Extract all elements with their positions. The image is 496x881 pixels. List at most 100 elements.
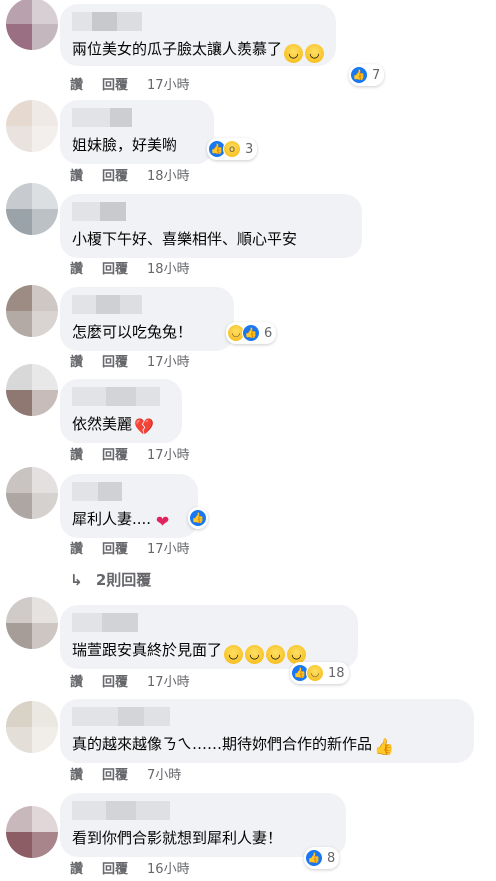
comment-actions: 讚 回覆 17小時 — [70, 674, 190, 692]
avatar[interactable] — [6, 701, 58, 753]
reaction-summary[interactable]: 👍 ◡ 18 — [290, 662, 349, 684]
reaction-count: 3 — [245, 141, 254, 157]
comment-text: 看到你們合影就想到犀利人妻！ — [72, 829, 283, 847]
comment-bubble: 小榎下午好、喜樂相伴、順心平安 — [60, 194, 362, 258]
red-heart-emoji: ❤ — [155, 512, 170, 531]
like-reaction-icon: 👍 — [189, 509, 207, 527]
thumbs-up-emoji: 👍 — [374, 737, 394, 756]
avatar[interactable] — [6, 467, 58, 519]
avatar[interactable] — [6, 183, 58, 235]
comment-timestamp[interactable]: 18小時 — [147, 168, 190, 186]
reaction-count: 7 — [372, 67, 381, 83]
comment-text: 真的越來越像ㄋㄟ……期待妳們合作的新作品 👍 — [72, 735, 394, 756]
avatar[interactable] — [6, 100, 58, 152]
author-name-blurred[interactable] — [72, 801, 334, 820]
avatar[interactable] — [6, 285, 58, 337]
grinning-emoji: ◡ — [305, 44, 325, 63]
comment-text: 小榎下午好、喜樂相伴、順心平安 — [72, 230, 298, 248]
like-button[interactable]: 讚 — [70, 767, 83, 785]
comment-bubble: 兩位美女的瓜子臉太讓人羨慕了 ◡ ◡ — [60, 4, 337, 66]
reaction-summary[interactable]: 👍 o 3 — [207, 138, 258, 160]
comment-timestamp[interactable]: 17小時 — [147, 77, 190, 95]
author-name-blurred[interactable] — [72, 295, 222, 314]
like-button[interactable]: 讚 — [70, 447, 83, 465]
comment-text: 依然美麗 💔 — [72, 415, 154, 436]
reaction-count: 8 — [327, 850, 336, 866]
reaction-count: 18 — [328, 665, 345, 681]
grinning-emoji: ◡ — [224, 645, 244, 664]
reaction-summary[interactable]: 👍 — [188, 507, 208, 529]
broken-heart-emoji: 💔 — [134, 417, 154, 436]
reply-button[interactable]: 回覆 — [102, 261, 128, 279]
grinning-emoji: ◡ — [266, 645, 286, 664]
like-button[interactable]: 讚 — [70, 674, 83, 692]
comment-text: 犀利人妻.... ❤ — [72, 509, 186, 531]
comment-bubble: 瑞萱跟安真終於見面了 ◡ ◡ ◡ ◡ — [60, 605, 358, 669]
comment-timestamp[interactable]: 17小時 — [147, 541, 190, 559]
author-name-blurred[interactable] — [72, 707, 462, 726]
reply-button[interactable]: 回覆 — [102, 861, 128, 879]
comment-bubble: 真的越來越像ㄋㄟ……期待妳們合作的新作品 👍 — [60, 699, 474, 763]
avatar[interactable] — [6, 364, 58, 416]
comment-text: 瑞萱跟安真終於見面了 ◡ ◡ ◡ ◡ — [72, 640, 346, 664]
reply-button[interactable]: 回覆 — [102, 354, 128, 372]
comment-actions: 讚 回覆 16小時 — [70, 861, 190, 879]
comment-timestamp[interactable]: 17小時 — [147, 354, 190, 372]
comment-actions: 讚 回覆 18小時 — [70, 261, 190, 279]
comment-bubble: 姐妹臉，好美喲 — [60, 100, 214, 164]
like-reaction-icon: 👍 — [242, 324, 260, 342]
reply-button[interactable]: 回覆 — [102, 767, 128, 785]
author-name-blurred[interactable] — [72, 12, 324, 31]
reply-arrow-icon: ↳ — [70, 571, 83, 589]
reaction-summary[interactable]: 👍 7 — [349, 64, 385, 86]
comment-timestamp[interactable]: 16小時 — [147, 861, 190, 879]
like-button[interactable]: 讚 — [70, 168, 83, 186]
view-replies-label: 2則回覆 — [95, 571, 152, 589]
author-name-blurred[interactable] — [72, 387, 170, 406]
like-button[interactable]: 讚 — [70, 541, 83, 559]
comment-timestamp[interactable]: 7小時 — [147, 767, 181, 785]
reaction-summary[interactable]: ◡ 👍 6 — [226, 322, 277, 344]
reply-button[interactable]: 回覆 — [102, 674, 128, 692]
comment-actions: 讚 回覆 17小時 — [70, 447, 190, 465]
comment-actions: 讚 回覆 17小時 — [70, 541, 190, 559]
avatar[interactable] — [6, 597, 58, 649]
comment-actions: 讚 回覆 7小時 — [70, 767, 181, 785]
comment-actions: 讚 回覆 18小時 — [70, 168, 190, 186]
haha-reaction-icon: ◡ — [306, 664, 324, 682]
like-button[interactable]: 讚 — [70, 261, 83, 279]
comment-bubble: 犀利人妻.... ❤ — [60, 474, 198, 538]
author-name-blurred[interactable] — [72, 482, 186, 501]
comment-text: 姐妹臉，好美喲 — [72, 136, 178, 154]
comment-text: 怎麼可以吃兔兔！ — [72, 323, 193, 341]
like-button[interactable]: 讚 — [70, 861, 83, 879]
reply-button[interactable]: 回覆 — [102, 541, 128, 559]
reaction-count: 6 — [264, 325, 273, 341]
like-button[interactable]: 讚 — [70, 354, 83, 372]
grinning-emoji: ◡ — [284, 44, 304, 63]
author-name-blurred[interactable] — [72, 202, 350, 221]
comment-actions: 讚 回覆 17小時 — [70, 354, 190, 372]
view-replies-link[interactable]: ↳ 2則回覆 — [70, 569, 151, 591]
reply-button[interactable]: 回覆 — [102, 168, 128, 186]
comment-timestamp[interactable]: 18小時 — [147, 261, 190, 279]
reply-button[interactable]: 回覆 — [102, 447, 128, 465]
avatar[interactable] — [6, 806, 58, 858]
like-reaction-icon: 👍 — [305, 849, 323, 867]
grinning-emoji: ◡ — [245, 645, 265, 664]
comment-bubble: 看到你們合影就想到犀利人妻！ — [60, 793, 346, 857]
comment-bubble: 依然美麗 💔 — [60, 379, 182, 443]
avatar[interactable] — [6, 0, 58, 50]
wow-reaction-icon: o — [223, 140, 241, 158]
comment-text: 兩位美女的瓜子臉太讓人羨慕了 ◡ ◡ — [72, 39, 325, 63]
like-button[interactable]: 讚 — [70, 77, 83, 95]
comment-bubble: 怎麼可以吃兔兔！ — [60, 287, 234, 351]
comment-timestamp[interactable]: 17小時 — [147, 447, 190, 465]
author-name-blurred[interactable] — [72, 613, 346, 632]
comment-actions: 讚 回覆 17小時 — [70, 77, 190, 95]
author-name-blurred[interactable] — [72, 108, 202, 127]
like-reaction-icon: 👍 — [350, 66, 368, 84]
comment-timestamp[interactable]: 17小時 — [147, 674, 190, 692]
reaction-summary[interactable]: 👍 8 — [304, 847, 340, 869]
reply-button[interactable]: 回覆 — [102, 77, 128, 95]
